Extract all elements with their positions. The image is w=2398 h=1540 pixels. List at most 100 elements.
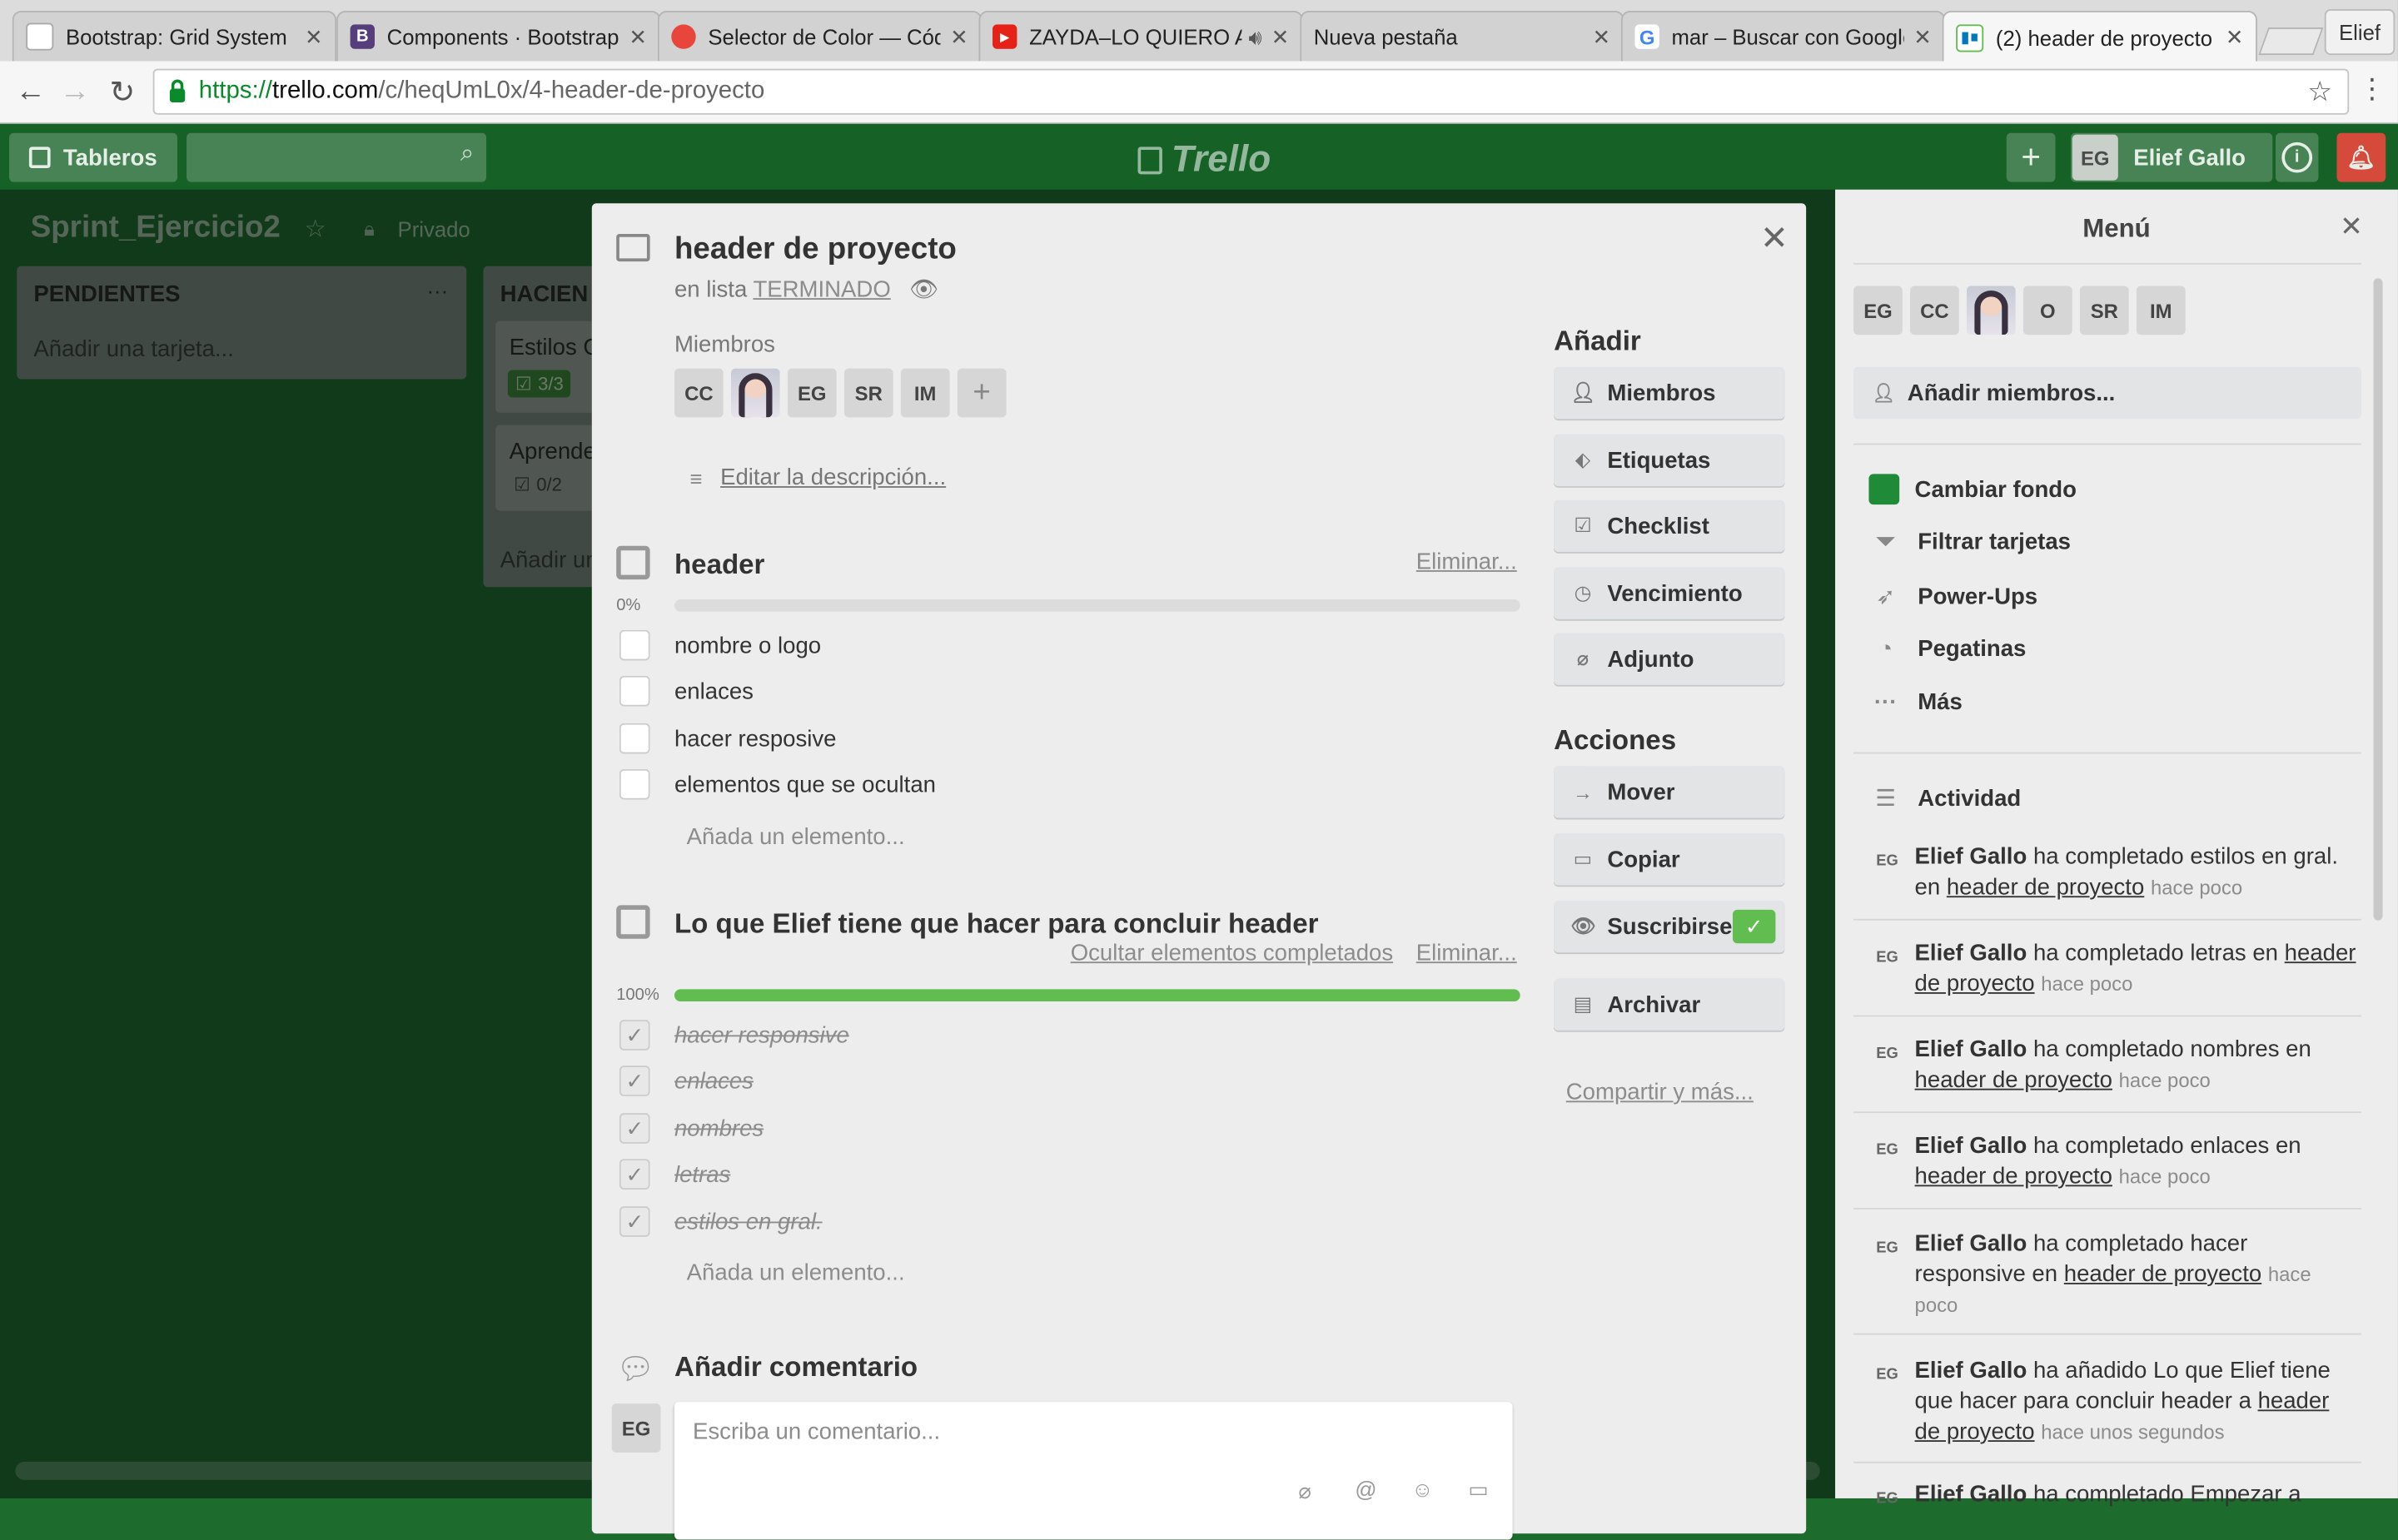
checklist-item-completed[interactable]: hacer responsive xyxy=(674,1023,849,1049)
tab-close-icon[interactable]: ✕ xyxy=(1271,23,1290,49)
checklist-title[interactable]: header xyxy=(674,549,764,581)
move-button[interactable]: → Mover xyxy=(1554,766,1785,818)
share-more-link[interactable]: Compartir y más... xyxy=(1566,1080,1754,1105)
checkbox[interactable] xyxy=(619,629,650,661)
browser-tab[interactable]: ▶ ZAYDA–LO QUIERO A 🔊︎ ✕ xyxy=(978,10,1303,62)
forward-arrow-icon[interactable]: → xyxy=(57,73,93,110)
browser-tab[interactable]: Bootstrap: Grid System ✕ xyxy=(12,10,337,62)
stickers-item[interactable]: ◔ Pegatinas xyxy=(1872,636,2026,662)
checklist-item[interactable]: hacer resposive xyxy=(674,726,836,752)
edit-description-link[interactable]: Editar la descripción... xyxy=(720,464,946,490)
attachment-icon[interactable]: ⌀ xyxy=(1298,1478,1311,1504)
reload-icon[interactable]: ↻ xyxy=(104,73,141,110)
add-button[interactable]: + xyxy=(2006,132,2056,182)
boards-button[interactable]: Tableros xyxy=(9,132,178,182)
delete-checklist-link[interactable]: Eliminar... xyxy=(1416,941,1517,966)
checklist-item[interactable]: enlaces xyxy=(674,678,754,704)
mention-icon[interactable]: @ xyxy=(1355,1477,1376,1501)
add-checklist-item-link[interactable]: Añada un elemento... xyxy=(687,1259,905,1285)
tab-close-icon[interactable]: ✕ xyxy=(1913,23,1932,49)
member-avatar[interactable]: SR xyxy=(2079,286,2129,335)
bookmark-star-icon[interactable]: ☆ xyxy=(2307,77,2332,109)
card-link[interactable]: header de proyecto xyxy=(1915,1067,2112,1093)
member-avatar-photo[interactable] xyxy=(730,368,780,418)
checklist-item-completed[interactable]: estilos en gral. xyxy=(674,1210,823,1235)
attachment-button[interactable]: ⌀ Adjunto xyxy=(1554,633,1785,685)
filter-cards-item[interactable]: ⏷ Filtrar tarjetas xyxy=(1872,529,2071,554)
comment-avatar: EG xyxy=(611,1403,661,1453)
info-button[interactable]: i xyxy=(2276,132,2319,182)
checklist-title[interactable]: Lo que Elief tiene que hacer para conclu… xyxy=(674,908,1318,941)
archive-button[interactable]: ▤ Archivar xyxy=(1554,978,1785,1031)
subscribe-button[interactable]: 👁︎ Suscribirse ✓ xyxy=(1554,900,1785,953)
tab-close-icon[interactable]: ✕ xyxy=(950,23,968,49)
checkbox[interactable] xyxy=(619,675,650,707)
tab-close-icon[interactable]: ✕ xyxy=(2226,24,2244,50)
profile-button[interactable]: Elief xyxy=(2324,9,2396,56)
delete-checklist-link[interactable]: Eliminar... xyxy=(1416,549,1517,574)
card-link[interactable]: header de proyecto xyxy=(2064,1261,2261,1287)
browser-tab[interactable]: G mar – Buscar con Google ✕ xyxy=(1620,10,1946,62)
checkbox-checked[interactable]: ✓ xyxy=(619,1020,650,1051)
new-tab-button[interactable] xyxy=(2258,27,2324,56)
comment-input[interactable]: Escriba un comentario... ⌀ @ ☺ ▭ xyxy=(674,1402,1513,1540)
checklist-item-completed[interactable]: letras xyxy=(674,1162,730,1188)
search-icon: ⌕ xyxy=(460,140,475,167)
add-members-button[interactable]: 👤︎ Añadir miembros... xyxy=(1853,366,2361,420)
member-avatar[interactable]: CC xyxy=(674,368,724,418)
labels-button[interactable]: ⬖ Etiquetas xyxy=(1554,434,1785,487)
back-arrow-icon[interactable]: ← xyxy=(12,73,49,110)
add-checklist-item-link[interactable]: Añada un elemento... xyxy=(687,824,905,850)
checkbox[interactable] xyxy=(619,768,650,800)
hide-completed-link[interactable]: Ocultar elementos completados xyxy=(1071,941,1393,966)
member-avatar[interactable]: EG xyxy=(787,368,837,418)
close-icon[interactable]: ✕ xyxy=(2340,211,2363,243)
checklist-item-completed[interactable]: nombres xyxy=(674,1116,764,1142)
browser-tab-active[interactable]: (2) header de proyecto ✕ xyxy=(1942,10,2257,63)
add-member-button[interactable]: + xyxy=(957,368,1007,418)
checkbox-checked[interactable]: ✓ xyxy=(619,1066,650,1096)
user-menu-button[interactable]: EG Elief Gallo xyxy=(2070,132,2273,182)
checklist-button[interactable]: ☑ Checklist xyxy=(1554,499,1785,553)
emoji-icon[interactable]: ☺ xyxy=(1411,1477,1433,1501)
copy-button[interactable]: ▭ Copiar xyxy=(1554,833,1785,886)
checkbox-checked[interactable]: ✓ xyxy=(619,1159,650,1190)
card-title[interactable]: header de proyecto xyxy=(674,232,957,267)
power-ups-item[interactable]: ➶ Power-Ups xyxy=(1872,583,2037,610)
divider xyxy=(1853,443,2361,445)
checklist-item-completed[interactable]: enlaces xyxy=(674,1069,754,1095)
due-date-button[interactable]: ◷ Vencimiento xyxy=(1554,567,1785,619)
checklist-item[interactable]: elementos que se ocultan xyxy=(674,772,936,798)
card-link[interactable]: header de proyecto xyxy=(1947,875,2144,901)
checkbox-checked[interactable]: ✓ xyxy=(619,1113,650,1144)
checkbox-checked[interactable]: ✓ xyxy=(619,1206,650,1237)
member-avatar[interactable]: IM xyxy=(900,368,950,418)
member-avatar[interactable]: O xyxy=(2022,286,2072,335)
browser-tab[interactable]: B Components · Bootstrap ✕ xyxy=(336,10,661,62)
tab-close-icon[interactable]: ✕ xyxy=(629,23,647,49)
more-item[interactable]: ··· Más xyxy=(1872,689,1963,715)
member-avatar-photo[interactable] xyxy=(1966,286,2016,335)
browser-menu-icon[interactable]: ⋮ xyxy=(2358,73,2386,106)
list-name-link[interactable]: TERMINADO xyxy=(753,276,890,302)
member-avatar[interactable]: IM xyxy=(2136,286,2186,335)
card-link-icon[interactable]: ▭ xyxy=(1468,1477,1488,1503)
change-background-item[interactable]: Cambiar fondo xyxy=(1868,474,2077,505)
tab-close-icon[interactable]: ✕ xyxy=(1592,23,1610,49)
members-button[interactable]: 👤︎ Miembros xyxy=(1554,366,1785,420)
menu-scrollbar[interactable] xyxy=(2373,278,2383,921)
browser-tab[interactable]: Selector de Color — Códigos✕ xyxy=(657,10,983,62)
checklist-item[interactable]: nombre o logo xyxy=(674,633,821,658)
member-avatar[interactable]: CC xyxy=(1910,286,1959,335)
member-avatar[interactable]: EG xyxy=(1853,286,1903,335)
member-avatar[interactable]: SR xyxy=(843,368,893,418)
checkbox[interactable] xyxy=(619,723,650,754)
tab-close-icon[interactable]: ✕ xyxy=(305,23,323,49)
card-link[interactable]: header de proyecto xyxy=(1915,1164,2112,1190)
browser-tab[interactable]: Nueva pestaña ✕ xyxy=(1300,10,1624,62)
close-icon[interactable]: ✕ xyxy=(1760,219,1789,259)
trello-logo[interactable]: Trello xyxy=(1137,139,1271,181)
board-search-input[interactable]: ⌕ xyxy=(187,132,487,182)
notifications-button[interactable]: 🔔︎ xyxy=(2336,132,2386,182)
address-bar[interactable]: https://trello.com/c/heqUmL0x/4-header-d… xyxy=(152,68,2350,115)
